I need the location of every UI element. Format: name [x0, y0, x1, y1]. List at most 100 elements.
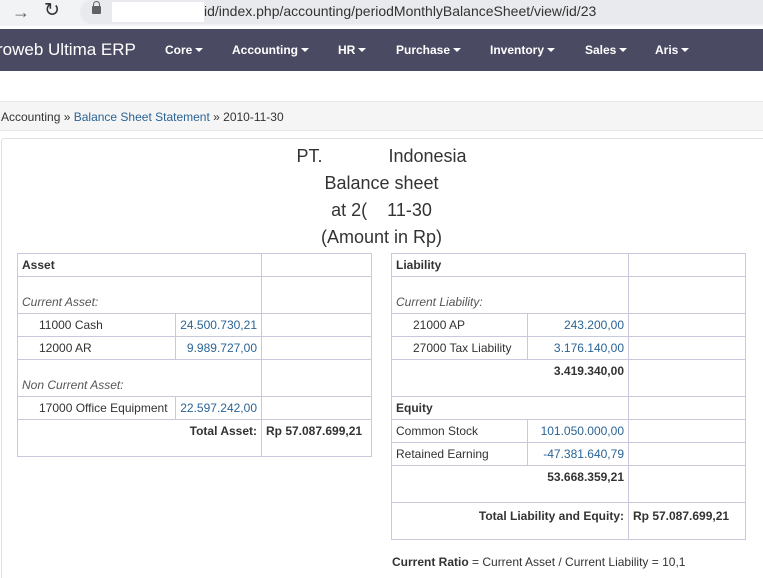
current-ratio: Current Ratio = Current Asset / Current …: [392, 555, 685, 569]
equity-heading: Equity: [391, 396, 629, 420]
menu-label: Inventory: [490, 43, 545, 57]
table-row: 11000 Cash 24.500.730,21: [17, 313, 372, 337]
caret-down-icon: [547, 47, 556, 52]
menu-label: HR: [338, 43, 356, 57]
breadcrumb-root: Accounting: [1, 110, 61, 124]
breadcrumb: Accounting » Balance Sheet Statement » 2…: [0, 101, 763, 131]
brand-logo[interactable]: roweb Ultima ERP: [0, 40, 136, 60]
breadcrumb-separator: »: [60, 110, 74, 124]
menu-aris[interactable]: Aris: [655, 43, 690, 57]
menu-sales[interactable]: Sales: [585, 43, 628, 57]
equity-subtotal: 53.668.359,21: [391, 465, 629, 503]
account-name: Retained Earning: [391, 442, 528, 466]
company-name-suffix: Indonesia: [388, 146, 467, 166]
breadcrumb-current: 2010-11-30: [223, 110, 284, 124]
account-amount[interactable]: 24.500.730,21: [175, 313, 262, 337]
table-row: Current Asset:: [17, 276, 372, 314]
caret-down-icon: [681, 47, 690, 52]
account-name: 27000 Tax Liability: [391, 336, 528, 360]
table-row: Non Current Asset:: [17, 359, 372, 397]
account-name: 21000 AP: [391, 313, 528, 337]
report-unit: (Amount in Rp): [320, 227, 443, 247]
current-asset-label: Current Asset:: [17, 276, 262, 314]
report-date-suffix: 11-30: [387, 200, 432, 220]
liability-equity-table: Liability Current Liability: 21000 AP 24…: [391, 253, 746, 540]
current-liability-label: Current Liability:: [391, 276, 629, 314]
menu-label: Accounting: [232, 43, 298, 57]
company-name-redaction: [322, 147, 389, 168]
asset-heading: Asset: [17, 253, 262, 277]
menu-label: Aris: [655, 43, 679, 57]
table-row: 3.419.340,00: [391, 359, 746, 397]
table-row: Total Liability and Equity: Rp 57.087.69…: [391, 502, 746, 540]
empty-cell: [628, 253, 746, 277]
noncurrent-asset-label: Non Current Asset:: [17, 359, 262, 397]
empty-cell: [628, 359, 746, 397]
asset-table: Asset Current Asset: 11000 Cash 24.500.7…: [17, 253, 372, 457]
account-name: 12000 AR: [17, 336, 176, 360]
caret-down-icon: [195, 47, 204, 52]
report-date: at 2( 11-30: [0, 200, 763, 222]
account-name: Common Stock: [391, 419, 528, 443]
table-row: 12000 AR 9.989.727,00: [17, 336, 372, 360]
table-row: 27000 Tax Liability 3.176.140,00: [391, 336, 746, 360]
account-name: 11000 Cash: [17, 313, 176, 337]
account-amount[interactable]: 101.050.000,00: [527, 419, 629, 443]
menu-core[interactable]: Core: [165, 43, 204, 57]
account-amount[interactable]: 3.176.140,00: [527, 336, 629, 360]
account-name: 17000 Office Equipment: [17, 396, 176, 420]
table-row: Asset: [17, 253, 372, 277]
menu-accounting[interactable]: Accounting: [232, 43, 309, 57]
account-amount[interactable]: 243.200,00: [527, 313, 629, 337]
empty-cell: [628, 336, 746, 360]
current-ratio-label: Current Ratio: [392, 555, 469, 569]
account-amount[interactable]: 22.597.242,00: [175, 396, 262, 420]
menu-inventory[interactable]: Inventory: [490, 43, 556, 57]
empty-cell: [261, 336, 372, 360]
menu-label: Purchase: [396, 43, 451, 57]
empty-cell: [628, 396, 746, 420]
browser-address-bar: → ↻ id/index.php/accounting/periodMonthl…: [0, 0, 763, 26]
caret-down-icon: [301, 47, 309, 52]
reload-icon[interactable]: ↻: [44, 1, 60, 21]
breadcrumb-separator: »: [209, 110, 224, 124]
menu-hr[interactable]: HR: [338, 43, 367, 57]
account-amount[interactable]: -47.381.640,79: [527, 442, 629, 466]
report-title: Balance sheet: [324, 173, 439, 193]
total-asset-label: Total Asset:: [17, 419, 262, 457]
empty-cell: [628, 276, 746, 314]
empty-cell: [261, 253, 372, 277]
company-name: PT. Indonesia: [0, 146, 763, 168]
report-date-redaction: [367, 201, 388, 222]
empty-cell: [261, 359, 372, 397]
empty-cell: [261, 313, 372, 337]
caret-down-icon: [358, 47, 367, 52]
table-row: 53.668.359,21: [391, 465, 746, 503]
liability-subtotal: 3.419.340,00: [391, 359, 629, 397]
total-liability-equity-value: Rp 57.087.699,21: [628, 502, 746, 540]
table-row: Retained Earning -47.381.640,79: [391, 442, 746, 466]
total-liability-equity-label: Total Liability and Equity:: [391, 502, 629, 540]
caret-down-icon: [453, 47, 462, 52]
top-navbar: roweb Ultima ERP Core Accounting HR Purc…: [0, 29, 763, 71]
back-arrow-icon[interactable]: →: [12, 2, 30, 22]
table-row: 17000 Office Equipment 22.597.242,00: [17, 396, 372, 420]
company-name-prefix: PT.: [296, 146, 323, 166]
breadcrumb-link-balance-sheet[interactable]: Balance Sheet Statement: [74, 110, 210, 124]
lock-icon[interactable]: [92, 1, 101, 14]
url-text[interactable]: id/index.php/accounting/periodMonthlyBal…: [204, 3, 596, 19]
table-row: Common Stock 101.050.000,00: [391, 419, 746, 443]
table-row: Equity: [391, 396, 746, 420]
table-row: Liability: [391, 253, 746, 277]
url-redaction: [112, 2, 204, 22]
empty-cell: [628, 465, 746, 503]
table-row: Current Liability:: [391, 276, 746, 314]
caret-down-icon: [619, 47, 628, 52]
menu-purchase[interactable]: Purchase: [396, 43, 462, 57]
report-date-prefix: at 2(: [331, 200, 368, 220]
account-amount[interactable]: 9.989.727,00: [175, 336, 262, 360]
empty-cell: [628, 419, 746, 443]
total-asset-value: Rp 57.087.699,21: [261, 419, 372, 457]
empty-cell: [628, 313, 746, 337]
menu-label: Core: [165, 43, 193, 57]
